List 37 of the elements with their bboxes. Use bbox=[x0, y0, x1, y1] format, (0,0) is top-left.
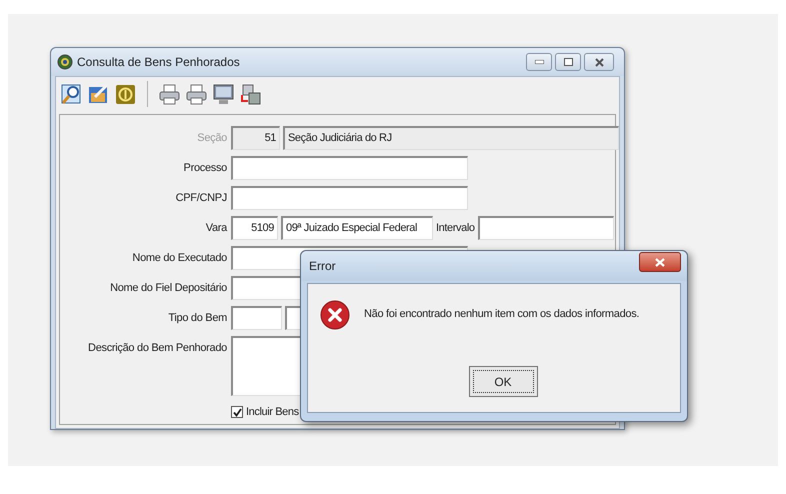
include-checkbox[interactable] bbox=[231, 406, 243, 418]
close-button[interactable] bbox=[584, 53, 614, 71]
code-field[interactable]: 5109 bbox=[231, 216, 278, 240]
maximize-button[interactable] bbox=[555, 53, 581, 71]
search-icon[interactable] bbox=[60, 82, 83, 106]
minimize-icon bbox=[534, 60, 544, 64]
field-label: Intervalo bbox=[436, 220, 475, 236]
field-label: Tipo do Bem bbox=[167, 311, 227, 326]
app-logo-icon bbox=[57, 54, 73, 70]
field-label: Vara bbox=[204, 221, 227, 236]
field-label: CPF/CNPJ bbox=[174, 191, 227, 206]
dialog-title: Error bbox=[309, 258, 337, 275]
minimize-button[interactable] bbox=[526, 53, 552, 71]
text-field[interactable] bbox=[231, 156, 468, 180]
text-field[interactable] bbox=[231, 306, 282, 330]
field-label: Seção bbox=[196, 131, 227, 146]
field-label: Nome do Fiel Depositário bbox=[109, 281, 227, 296]
check-icon bbox=[232, 408, 242, 417]
name-field[interactable]: 09ª Juizado Especial Federal bbox=[281, 216, 433, 240]
window-title: Consulta de Bens Penhorados bbox=[77, 54, 241, 71]
field-label: Nome do Executado bbox=[131, 251, 227, 266]
ok-button[interactable]: OK bbox=[468, 366, 538, 397]
close-button[interactable] bbox=[639, 252, 681, 272]
close-icon bbox=[594, 58, 604, 66]
field-label: Descrição do Bem Penhorado bbox=[87, 341, 227, 356]
printer-icon[interactable] bbox=[158, 82, 181, 106]
printer-icon[interactable] bbox=[185, 82, 208, 106]
close-icon bbox=[655, 258, 665, 266]
text-field[interactable] bbox=[231, 186, 468, 210]
field-label: Processo bbox=[182, 161, 227, 176]
checkbox-label: Incluir Bens bbox=[246, 405, 299, 420]
maximize-icon bbox=[564, 58, 572, 66]
monitor-icon[interactable] bbox=[212, 82, 235, 106]
text-field[interactable] bbox=[478, 216, 614, 240]
error-message: Não foi encontrado nenhum item com os dados informados. bbox=[364, 307, 640, 322]
error-icon bbox=[320, 300, 350, 330]
ring-icon[interactable] bbox=[114, 82, 137, 106]
